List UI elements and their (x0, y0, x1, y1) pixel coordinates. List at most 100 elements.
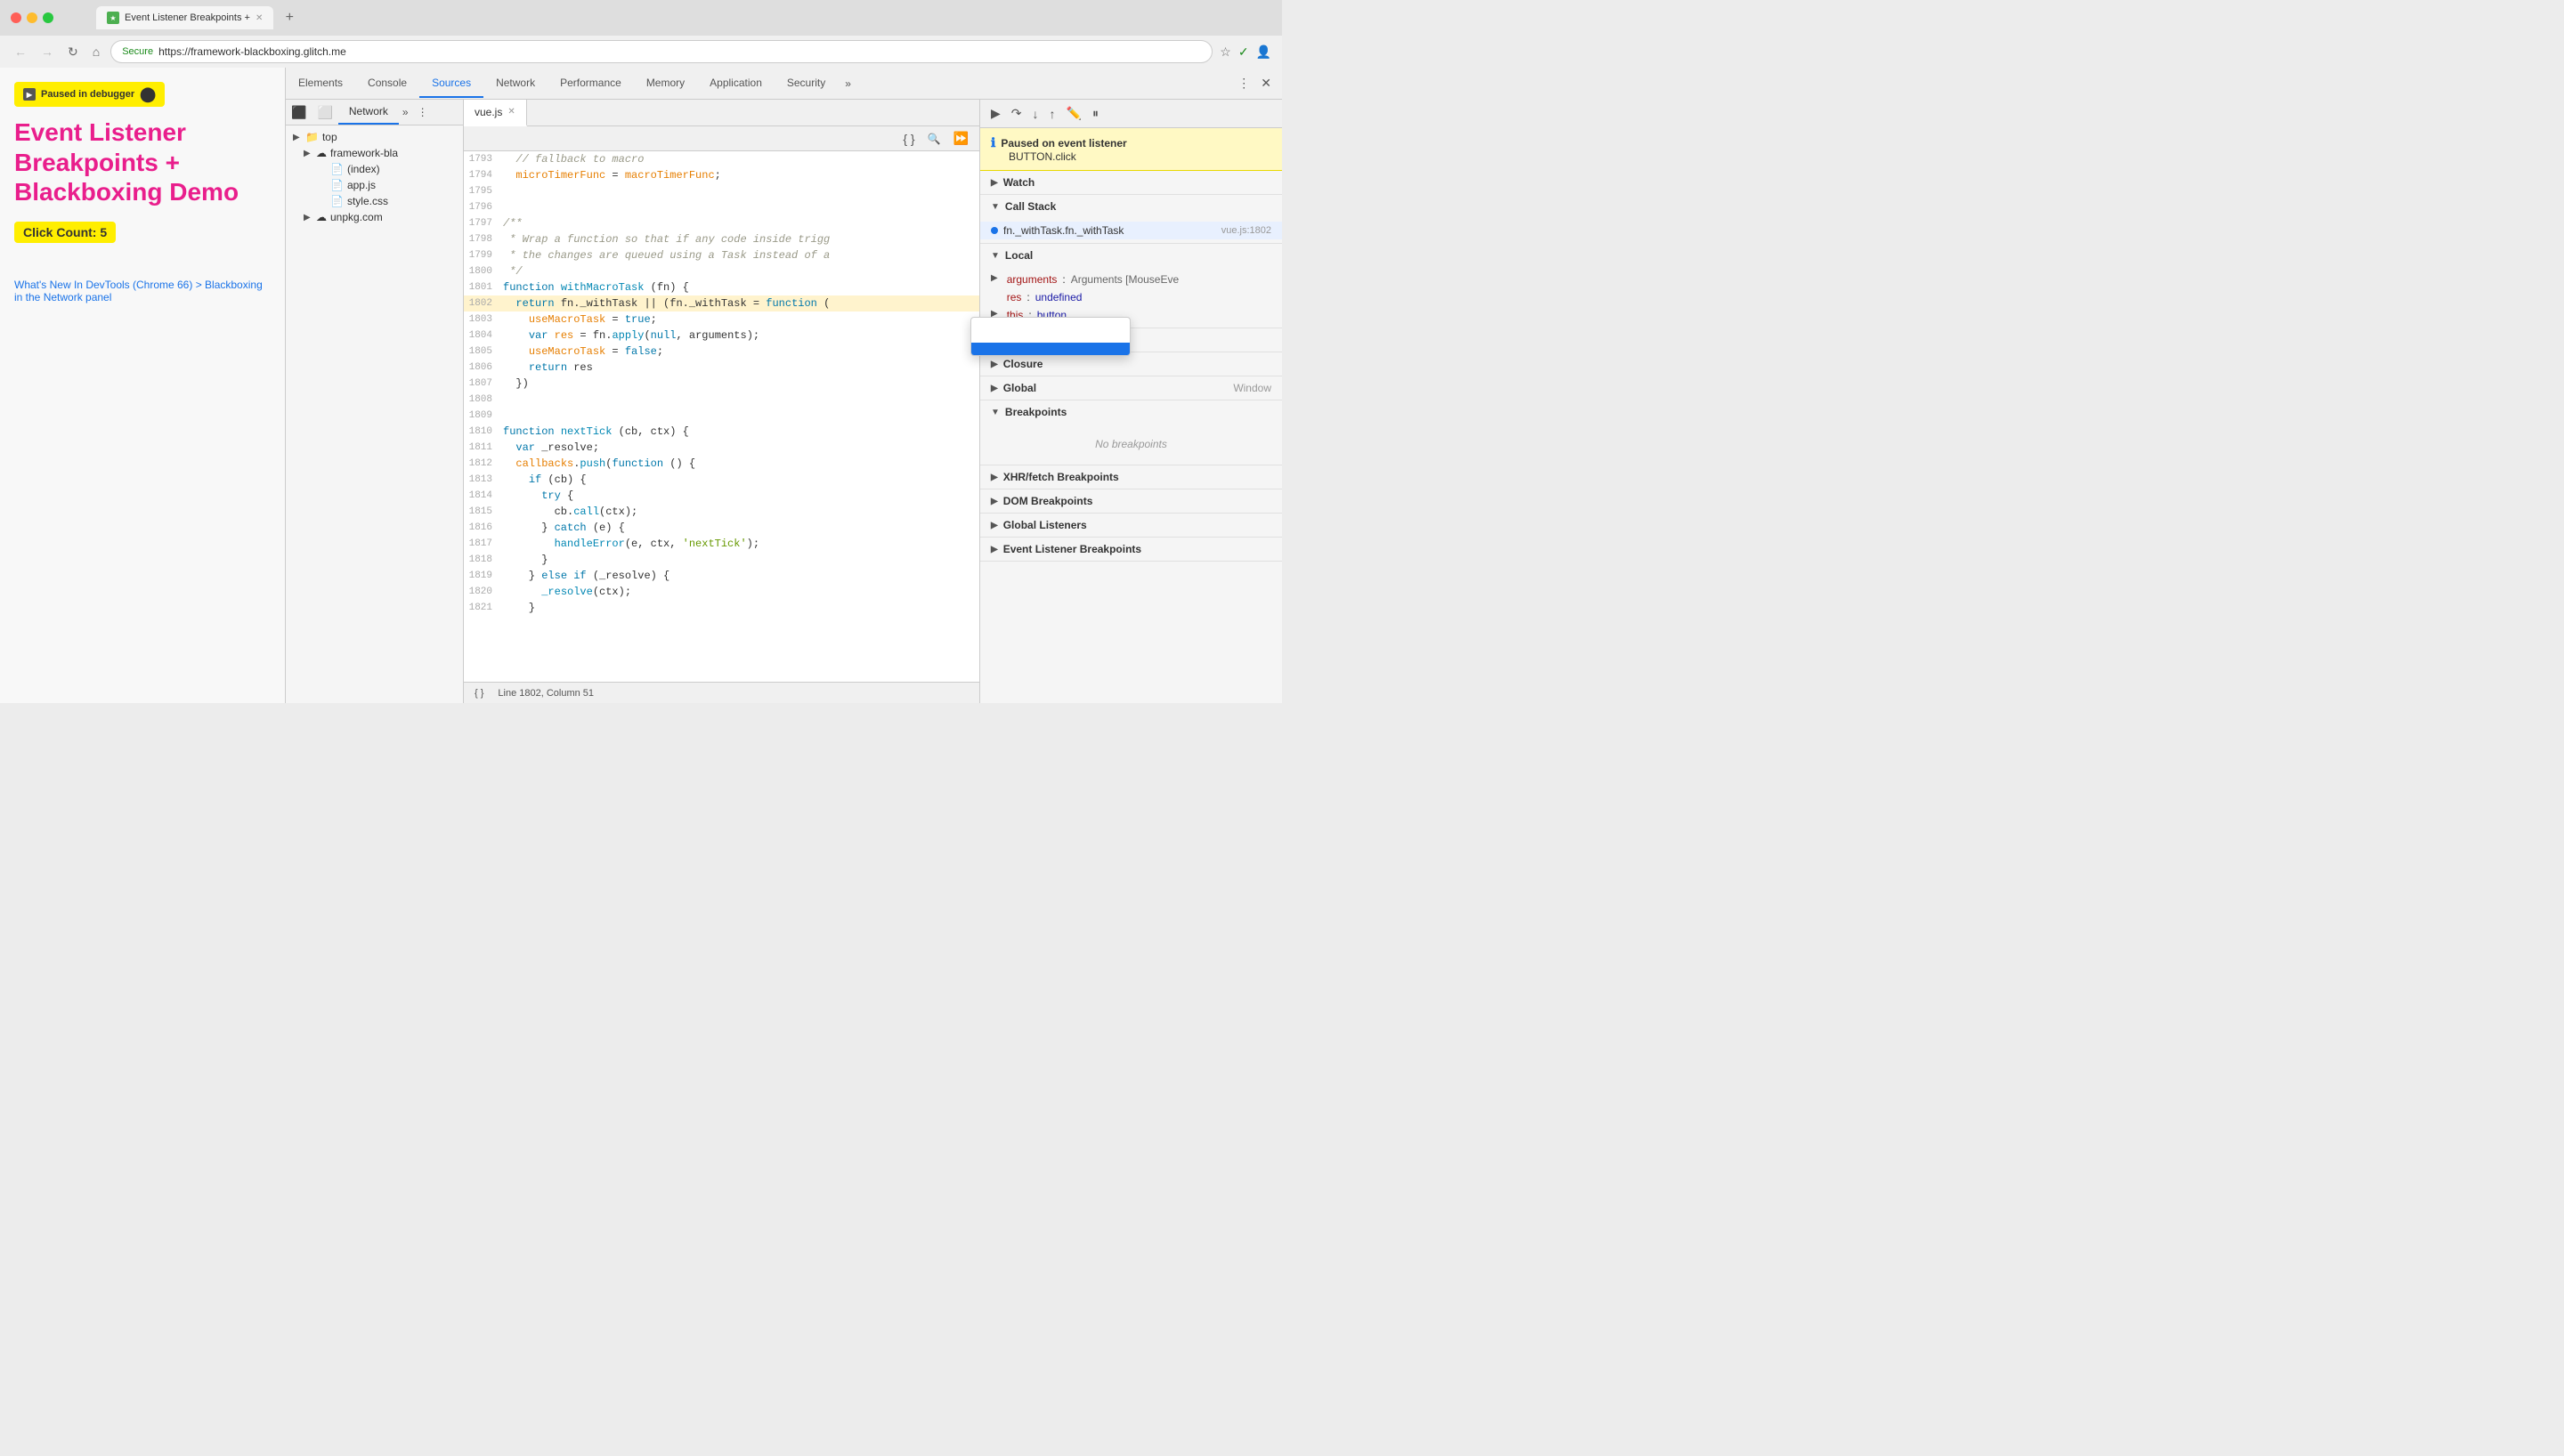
section-event-listener-breakpoints-label: Event Listener Breakpoints (1003, 543, 1141, 555)
global-value: Window (1233, 382, 1271, 394)
minimize-button[interactable] (27, 12, 37, 23)
section-global-label: Global (1003, 382, 1036, 394)
paused-banner: ▶ Paused in debugger ⬤ (14, 82, 165, 107)
page-content: ▶ Paused in debugger ⬤ Event Listener Br… (0, 68, 285, 703)
code-line: 1798 * Wrap a function so that if any co… (464, 231, 979, 247)
tab-close-button[interactable]: ✕ (256, 13, 263, 23)
paused-info-banner: ℹ Paused on event listener BUTTON.click (980, 128, 1282, 171)
browser-tab[interactable]: ★ Event Listener Breakpoints + ✕ (96, 6, 273, 29)
paused-label: Paused in debugger (41, 89, 134, 100)
section-breakpoints-label: Breakpoints (1005, 406, 1067, 418)
tab-memory[interactable]: Memory (634, 69, 697, 98)
devtools-close-button[interactable]: ✕ (1257, 72, 1275, 94)
maximize-button[interactable] (43, 12, 53, 23)
chevron-down-icon: ▶ (304, 149, 312, 158)
section-xhr-breakpoints-header[interactable]: ▶ XHR/fetch Breakpoints (980, 465, 1282, 489)
section-watch-label: Watch (1003, 176, 1035, 189)
context-menu-copy-stack-trace[interactable] (980, 330, 1130, 343)
tree-item-appjs[interactable]: ▶ 📄 app.js (286, 177, 463, 193)
forward-button[interactable]: → (37, 43, 57, 61)
call-stack-function-name: fn._withTask.fn._withTask (1003, 224, 1216, 237)
section-dom-breakpoints-header[interactable]: ▶ DOM Breakpoints (980, 489, 1282, 513)
tree-item-label: top (322, 131, 456, 143)
pretty-print-button[interactable]: { } (899, 130, 918, 148)
bookmark-icon[interactable]: ☆ (1220, 44, 1231, 60)
pause-on-exception-button[interactable]: ⏸ (1089, 102, 1102, 125)
section-watch: ▶ Watch (980, 171, 1282, 195)
resume-icon[interactable]: ▶ (23, 88, 36, 101)
file-tree-tab-network[interactable]: Network (338, 100, 399, 125)
context-menu-blackbox-script[interactable] (980, 343, 1130, 355)
extensions-icon[interactable]: 👤 (1256, 44, 1271, 60)
pretty-print-footer-icon[interactable]: { } (475, 688, 483, 699)
tree-item-label: framework-bla (330, 147, 456, 159)
main-content: ▶ Paused in debugger ⬤ Event Listener Br… (0, 68, 1282, 703)
tree-item-label: (index) (347, 163, 456, 175)
scope-item-arguments: ▶ arguments : Arguments [MouseEve (980, 271, 1282, 288)
code-tab-vuejs[interactable]: vue.js ✕ (464, 100, 527, 126)
tree-item-unpkg[interactable]: ▶ ☁ unpkg.com (286, 209, 463, 225)
expand-icon[interactable]: ▶ (991, 273, 1002, 283)
chevron-right-icon: ▶ (991, 473, 998, 482)
devtools-tabs: Elements Console Sources Network Perform… (286, 68, 1282, 100)
section-watch-header[interactable]: ▶ Watch (980, 171, 1282, 194)
section-breakpoints: ▼ Breakpoints No breakpoints (980, 400, 1282, 465)
click-count-badge[interactable]: Click Count: 5 (14, 222, 116, 243)
chevron-down-icon: ▼ (991, 408, 1000, 417)
home-button[interactable]: ⌂ (89, 43, 103, 61)
section-global-listeners-header[interactable]: ▶ Global Listeners (980, 514, 1282, 537)
file-tree-tab-more[interactable]: » (399, 101, 412, 124)
back-button[interactable]: ← (11, 43, 30, 61)
paused-title-text: Paused on event listener (1001, 137, 1126, 150)
context-menu-restart-frame[interactable] (980, 318, 1130, 330)
section-call-stack: ▼ Call Stack fn._withTask.fn._withTask v… (980, 195, 1282, 244)
thread-icon: ⏩ (950, 129, 972, 148)
tab-elements[interactable]: Elements (286, 69, 355, 98)
step-out-button[interactable]: ↑ (1046, 103, 1059, 125)
code-line: 1817 handleError(e, ctx, 'nextTick'); (464, 536, 979, 552)
tab-network[interactable]: Network (483, 69, 548, 98)
deactivate-breakpoints-button[interactable]: ✏️ (1063, 102, 1085, 125)
section-call-stack-header[interactable]: ▼ Call Stack (980, 195, 1282, 218)
section-global-header[interactable]: ▶ Global Window (980, 376, 1282, 400)
section-breakpoints-header[interactable]: ▼ Breakpoints (980, 400, 1282, 424)
devtools-settings-icon[interactable]: ⋮ (1234, 72, 1254, 94)
code-tab-close-button[interactable]: ✕ (507, 107, 515, 117)
forward-panel-icon[interactable]: ⬜ (312, 101, 337, 124)
tab-performance[interactable]: Performance (548, 69, 634, 98)
section-local-header[interactable]: ▼ Local (980, 244, 1282, 267)
call-stack-item[interactable]: fn._withTask.fn._withTask vue.js:1802 (980, 222, 1282, 239)
tree-item-index[interactable]: ▶ 📄 (index) (286, 161, 463, 177)
address-bar[interactable]: Secure https://framework-blackboxing.gli… (110, 40, 1213, 63)
code-line: 1799 * the changes are queued using a Ta… (464, 247, 979, 263)
section-event-listener-breakpoints-header[interactable]: ▶ Event Listener Breakpoints (980, 538, 1282, 561)
tree-item-stylecss[interactable]: ▶ 📄 style.css (286, 193, 463, 209)
code-line: 1815 cb.call(ctx); (464, 504, 979, 520)
chevron-right-icon: ▶ (991, 497, 998, 506)
page-link[interactable]: What's New In DevTools (Chrome 66) > Bla… (14, 279, 271, 303)
refresh-button[interactable]: ↻ (64, 43, 82, 61)
step-over-button[interactable]: ↷ (1008, 102, 1026, 125)
record-icon: ⬤ (140, 85, 156, 103)
search-code-button[interactable]: 🔍 (924, 131, 945, 147)
code-line: 1806 return res (464, 360, 979, 376)
scope-key: arguments (1007, 273, 1058, 286)
tabs-overflow-button[interactable]: » (838, 70, 858, 97)
back-panel-icon[interactable]: ⬛ (286, 101, 312, 124)
tab-security[interactable]: Security (775, 69, 838, 98)
chevron-down-icon: ▶ (293, 133, 302, 142)
step-into-button[interactable]: ↓ (1029, 103, 1043, 125)
page-title: Event Listener Breakpoints + Blackboxing… (14, 117, 271, 207)
tab-application[interactable]: Application (697, 69, 775, 98)
tab-sources[interactable]: Sources (419, 69, 483, 98)
browser-chrome: ★ Event Listener Breakpoints + ✕ + ← → ↻… (0, 0, 1282, 68)
new-tab-button[interactable]: + (280, 9, 298, 27)
close-button[interactable] (11, 12, 21, 23)
tab-console[interactable]: Console (355, 69, 419, 98)
devtools-toolbar-right: ⋮ ✕ (1234, 72, 1282, 94)
tree-item-framework[interactable]: ▶ ☁ framework-bla (286, 145, 463, 161)
resume-button[interactable]: ▶ (987, 102, 1004, 125)
tree-item-top[interactable]: ▶ 📁 top (286, 129, 463, 145)
section-breakpoints-content: No breakpoints (980, 424, 1282, 465)
file-tree-menu-button[interactable]: ⋮ (412, 102, 434, 122)
